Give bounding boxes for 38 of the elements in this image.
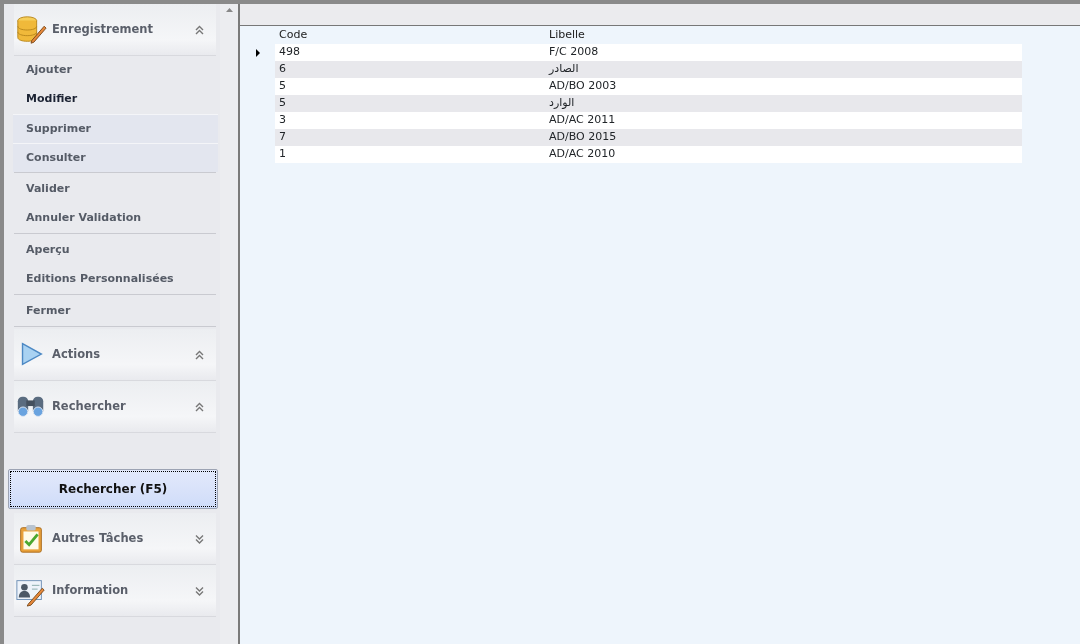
menu-item[interactable]: Annuler Validation <box>13 204 218 233</box>
scroll-up-icon[interactable] <box>226 8 233 12</box>
table-cell: AD/AC 2011 <box>543 112 1022 129</box>
collapse-icon[interactable] <box>195 401 204 412</box>
menu-item[interactable]: Supprimer <box>13 114 218 143</box>
table-cell: الوارد <box>543 95 1022 112</box>
group-header[interactable]: Actions <box>14 329 216 381</box>
menu-item[interactable]: Editions Personnalisées <box>13 265 218 294</box>
table-cell: AD/AC 2010 <box>543 146 1022 163</box>
table-cell: 498 <box>275 44 543 61</box>
group-header[interactable]: Rechercher <box>14 381 216 433</box>
menu-item[interactable]: Modifier <box>13 85 218 114</box>
menu-item[interactable]: Valider <box>13 175 218 204</box>
table-cell: 1 <box>275 146 543 163</box>
column-header[interactable]: Libelle <box>543 27 1022 44</box>
table-cell: 5 <box>275 95 543 112</box>
column-header[interactable]: Code <box>275 27 543 44</box>
table-cell: AD/BO 2003 <box>543 78 1022 95</box>
expand-icon[interactable] <box>195 533 204 544</box>
database-pencil-icon <box>14 13 48 46</box>
group-header[interactable]: Autres Tâches <box>14 513 216 565</box>
expand-icon[interactable] <box>195 585 204 596</box>
table-cell: 5 <box>275 78 543 95</box>
table-cell: F/C 2008 <box>543 44 1022 61</box>
table-cell: 6 <box>275 61 543 78</box>
table-cell: الصادر <box>543 61 1022 78</box>
menu-item[interactable]: Consulter <box>13 143 218 172</box>
collapse-icon[interactable] <box>195 24 204 35</box>
search-button[interactable]: Rechercher (F5) <box>8 469 218 509</box>
menu-item[interactable]: Ajouter <box>13 56 218 85</box>
table-cell: 3 <box>275 112 543 129</box>
table-cell: 7 <box>275 129 543 146</box>
table-cell: AD/BO 2015 <box>543 129 1022 146</box>
group-header[interactable]: Information <box>14 565 216 617</box>
menu-item[interactable]: Fermer <box>13 297 218 326</box>
menu-item[interactable]: Aperçu <box>13 236 218 265</box>
group-header[interactable]: Enregistrement <box>14 4 216 56</box>
collapse-icon[interactable] <box>195 349 204 360</box>
